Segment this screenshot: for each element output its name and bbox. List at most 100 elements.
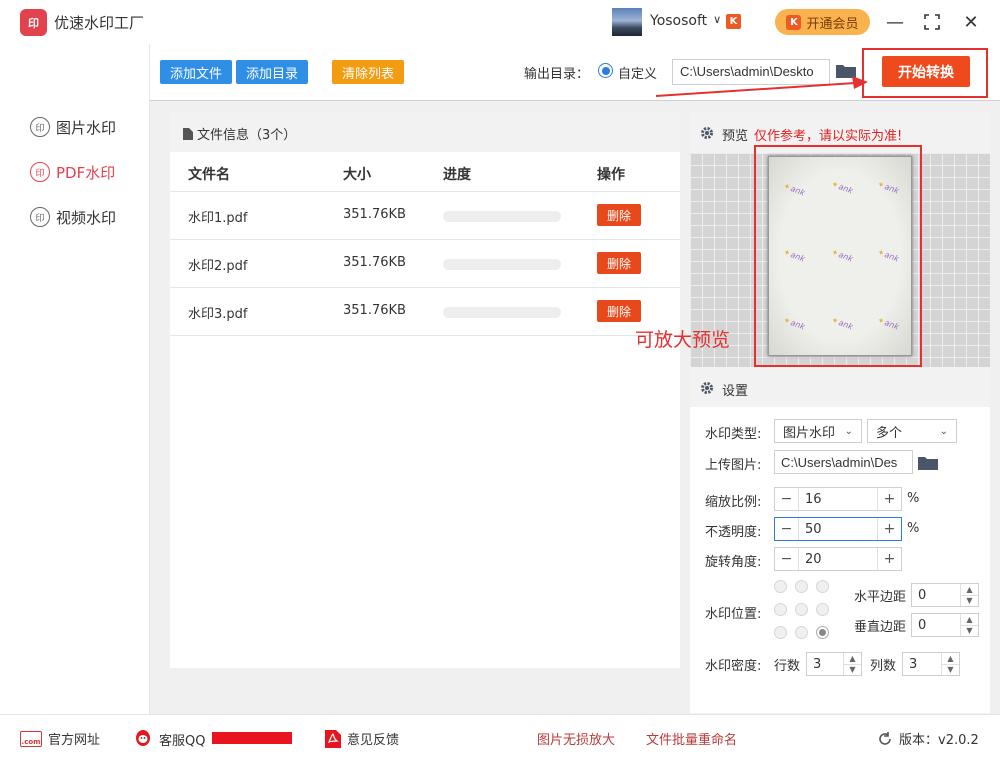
increment-button[interactable]: +: [877, 548, 901, 570]
columns-spinner[interactable]: 3 ▲ ▼: [902, 652, 960, 676]
sidebar-item-video-watermark[interactable]: 印 视频水印: [30, 204, 140, 230]
vertical-margin-spinner[interactable]: 0 ▲ ▼: [911, 613, 979, 637]
feedback-link[interactable]: 意见反馈: [325, 729, 399, 748]
app-logo-icon: 印: [20, 9, 47, 36]
position-radio-top-right[interactable]: [816, 580, 829, 593]
delete-button[interactable]: 删除: [597, 204, 641, 226]
sidebar-item-image-watermark[interactable]: 印 图片水印: [30, 114, 140, 140]
file-name: 水印1.pdf: [188, 211, 248, 226]
sidebar: [0, 44, 150, 714]
chevron-down-icon: ⌄: [844, 425, 853, 437]
position-grid: [774, 580, 834, 642]
chevron-down-icon[interactable]: ▼: [961, 596, 978, 607]
version-label: 版本：v2.0.2: [899, 733, 979, 748]
horizontal-margin-value[interactable]: 0: [912, 584, 960, 606]
chevron-up-icon[interactable]: ▲: [961, 584, 978, 596]
row-divider: [170, 335, 680, 336]
horizontal-margin-spinner[interactable]: 0 ▲ ▼: [911, 583, 979, 607]
file-name: 水印3.pdf: [188, 307, 248, 322]
opacity-value[interactable]: 50: [799, 518, 877, 540]
watermark-type-select[interactable]: 图片水印 ⌄: [774, 419, 862, 443]
support-qq-label: 客服QQ: [159, 733, 206, 749]
position-label: 水印位置:: [705, 607, 762, 622]
rotation-stepper[interactable]: − 20 +: [774, 547, 902, 571]
percent-unit: %: [907, 521, 920, 536]
add-directory-button[interactable]: 添加目录: [236, 60, 308, 84]
table-row: 水印3.pdf 351.76KB 删除: [170, 288, 680, 335]
delete-button[interactable]: 删除: [597, 300, 641, 322]
decrement-button[interactable]: −: [775, 488, 799, 510]
rows-spinner[interactable]: 3 ▲ ▼: [806, 652, 862, 676]
position-radio-bottom-center[interactable]: [795, 626, 808, 639]
spinner-arrows[interactable]: ▲ ▼: [960, 584, 978, 606]
position-radio-bottom-left[interactable]: [774, 626, 787, 639]
decrement-button[interactable]: −: [775, 548, 799, 570]
rows-value[interactable]: 3: [807, 653, 843, 675]
preview-note: 仅作参考，请以实际为准!: [754, 129, 903, 144]
vip-button[interactable]: K 开通会员: [775, 9, 870, 35]
qq-icon: [136, 730, 150, 746]
add-file-button[interactable]: 添加文件: [160, 60, 232, 84]
spinner-arrows[interactable]: ▲ ▼: [941, 653, 959, 675]
position-radio-center[interactable]: [795, 603, 808, 616]
custom-output-radio[interactable]: [598, 63, 613, 78]
increment-button[interactable]: +: [877, 488, 901, 510]
official-website-link[interactable]: .com 官方网址: [20, 729, 100, 748]
watermark-mode-select[interactable]: 多个 ⌄: [867, 419, 957, 443]
opacity-stepper[interactable]: − 50 +: [774, 517, 902, 541]
upload-image-path-input[interactable]: C:\Users\admin\Des: [774, 450, 913, 474]
chevron-down-icon: ⌄: [939, 425, 948, 437]
density-label: 水印密度:: [705, 659, 762, 674]
columns-value[interactable]: 3: [903, 653, 941, 675]
chevron-down-icon[interactable]: ▼: [942, 665, 959, 676]
chevron-down-icon[interactable]: ▼: [844, 665, 861, 676]
user-avatar[interactable]: [612, 8, 642, 36]
file-panel-title-text: 文件信息（3个）: [197, 128, 297, 143]
official-website-label: 官方网址: [48, 733, 101, 748]
spinner-arrows[interactable]: ▲ ▼: [843, 653, 861, 675]
scale-value[interactable]: 16: [799, 488, 877, 510]
image-upscale-link[interactable]: 图片无损放大: [537, 729, 615, 748]
watermark-icon: 印: [30, 162, 50, 182]
support-qq-link[interactable]: 客服QQ: [133, 729, 205, 749]
decrement-button[interactable]: −: [775, 518, 799, 540]
user-menu[interactable]: Yososoft ∨: [650, 13, 721, 29]
clear-list-button[interactable]: 清除列表: [332, 60, 404, 84]
chevron-down-icon: ∨: [713, 13, 722, 26]
close-button[interactable]: ✕: [959, 10, 983, 34]
watermark-type-value: 图片水印: [783, 425, 836, 441]
start-convert-button[interactable]: 开始转换: [882, 56, 970, 87]
position-radio-bottom-right[interactable]: [816, 626, 829, 639]
delete-button[interactable]: 删除: [597, 252, 641, 274]
chevron-down-icon[interactable]: ▼: [961, 626, 978, 637]
rotation-value[interactable]: 20: [799, 548, 877, 570]
scale-label: 缩放比例:: [705, 495, 762, 510]
increment-button[interactable]: +: [877, 518, 901, 540]
column-header-progress: 进度: [443, 167, 471, 183]
chevron-up-icon[interactable]: ▲: [961, 614, 978, 626]
maximize-icon: [924, 14, 940, 30]
batch-rename-link[interactable]: 文件批量重命名: [646, 729, 737, 748]
version-info[interactable]: 版本：v2.0.2: [877, 729, 979, 748]
file-progress-bar: [443, 259, 561, 270]
sidebar-item-pdf-watermark[interactable]: 印 PDF水印: [30, 159, 140, 185]
file-icon: [183, 127, 193, 140]
columns-label: 列数: [870, 659, 897, 674]
spinner-arrows[interactable]: ▲ ▼: [960, 614, 978, 636]
preview-title: 预览: [722, 129, 749, 144]
position-radio-top-left[interactable]: [774, 580, 787, 593]
scale-stepper[interactable]: − 16 +: [774, 487, 902, 511]
position-radio-top-center[interactable]: [795, 580, 808, 593]
vertical-margin-value[interactable]: 0: [912, 614, 960, 636]
folder-icon[interactable]: [918, 455, 938, 470]
chevron-up-icon[interactable]: ▲: [942, 653, 959, 665]
vertical-margin-label: 垂直边距: [854, 620, 907, 635]
chevron-up-icon[interactable]: ▲: [844, 653, 861, 665]
sidebar-item-label: PDF水印: [56, 163, 116, 182]
rows-label: 行数: [774, 659, 801, 674]
minimize-button[interactable]: —: [883, 10, 907, 34]
maximize-button[interactable]: [920, 10, 944, 34]
file-panel-title: 文件信息（3个）: [183, 124, 296, 143]
position-radio-middle-left[interactable]: [774, 603, 787, 616]
position-radio-middle-right[interactable]: [816, 603, 829, 616]
